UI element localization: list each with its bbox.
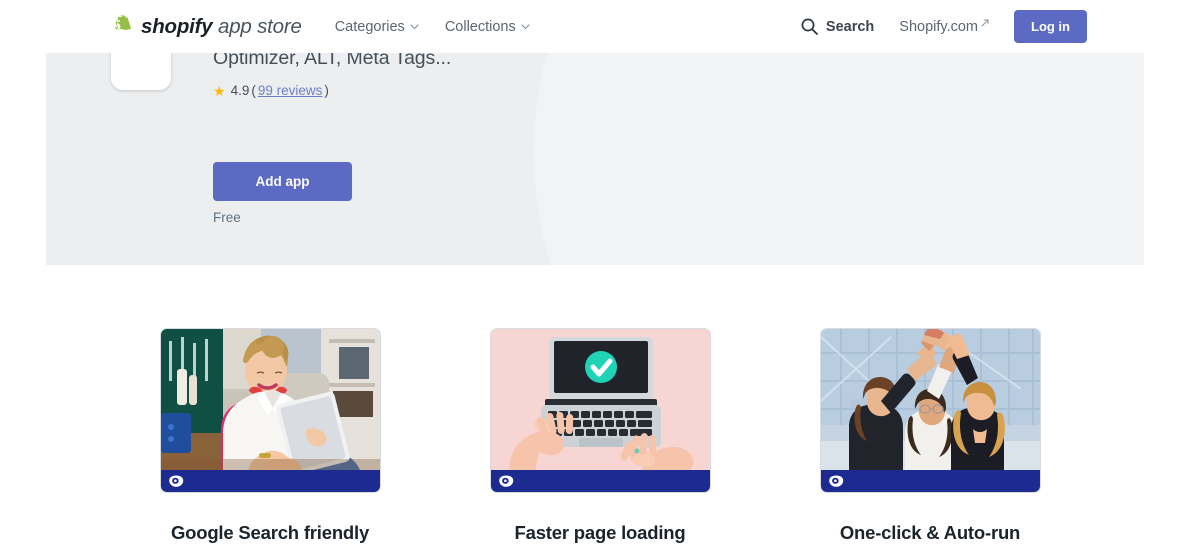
avada-logo-icon — [168, 475, 184, 488]
app-rating: ★ 4.9 (99 reviews) — [213, 83, 683, 98]
nav-item-categories[interactable]: Categories — [335, 19, 419, 35]
header-actions: Search Shopify.com Log in — [801, 10, 1087, 43]
shopify-app-store-logo[interactable]: shopify app store — [113, 14, 302, 39]
card-brand-bar — [490, 470, 710, 492]
feature-card-screenshot[interactable] — [159, 328, 381, 493]
avada-logo-icon — [498, 475, 514, 488]
avada-logo-icon — [828, 475, 844, 488]
app-price-label: Free — [213, 210, 241, 225]
search-button[interactable]: Search — [801, 18, 874, 35]
chevron-down-icon — [410, 23, 419, 30]
site-header: shopify app store Categories Collections… — [0, 0, 1200, 53]
brand-bold: shopify — [141, 14, 213, 38]
reviews-link-label: 99 reviews — [257, 83, 323, 98]
nav-item-categories-label: Categories — [334, 18, 405, 35]
feature-caption: Google Search friendly — [170, 522, 370, 543]
shopify-bag-icon — [113, 14, 134, 39]
feature-card-screenshot[interactable] — [819, 328, 1041, 493]
chevron-down-icon — [521, 23, 530, 30]
businesswomen-high-five-photo — [820, 329, 1040, 470]
feature-gallery: Google Search friendly Faster page loadi… — [0, 328, 1200, 544]
feature-item: One-click & Auto-run — [819, 328, 1041, 544]
feature-caption: One-click & Auto-run — [839, 522, 1021, 543]
main-navigation: Categories Collections — [335, 19, 530, 35]
star-icon: ★ — [213, 82, 226, 99]
reviews-paren-open: ( — [251, 83, 256, 98]
feature-item: Google Search friendly — [159, 328, 381, 544]
search-label: Search — [825, 18, 875, 35]
nav-item-collections-label: Collections — [444, 18, 516, 35]
woman-with-tablet-photo — [160, 329, 380, 470]
rating-value: 4.9 — [230, 83, 250, 98]
feature-item: Faster page loading — [489, 328, 711, 544]
feature-caption: Faster page loading — [514, 522, 686, 543]
brand-light: app store — [218, 14, 302, 38]
log-in-button[interactable]: Log in — [1014, 10, 1087, 43]
card-brand-bar — [160, 470, 380, 492]
nav-item-collections[interactable]: Collections — [445, 19, 530, 35]
search-icon — [801, 18, 818, 35]
brand-wordmark: shopify app store — [141, 15, 302, 39]
add-app-button[interactable]: Add app — [213, 162, 352, 201]
shopify-com-link[interactable]: Shopify.com — [899, 19, 989, 35]
reviews-link[interactable]: 99 reviews — [258, 83, 323, 98]
card-brand-bar — [820, 470, 1040, 492]
external-link-icon — [981, 19, 989, 27]
laptop-with-checkmark-photo — [490, 329, 710, 470]
reviews-paren-close: ) — [324, 83, 329, 98]
feature-card-screenshot[interactable] — [489, 328, 711, 493]
shopify-com-label: Shopify.com — [899, 18, 978, 35]
